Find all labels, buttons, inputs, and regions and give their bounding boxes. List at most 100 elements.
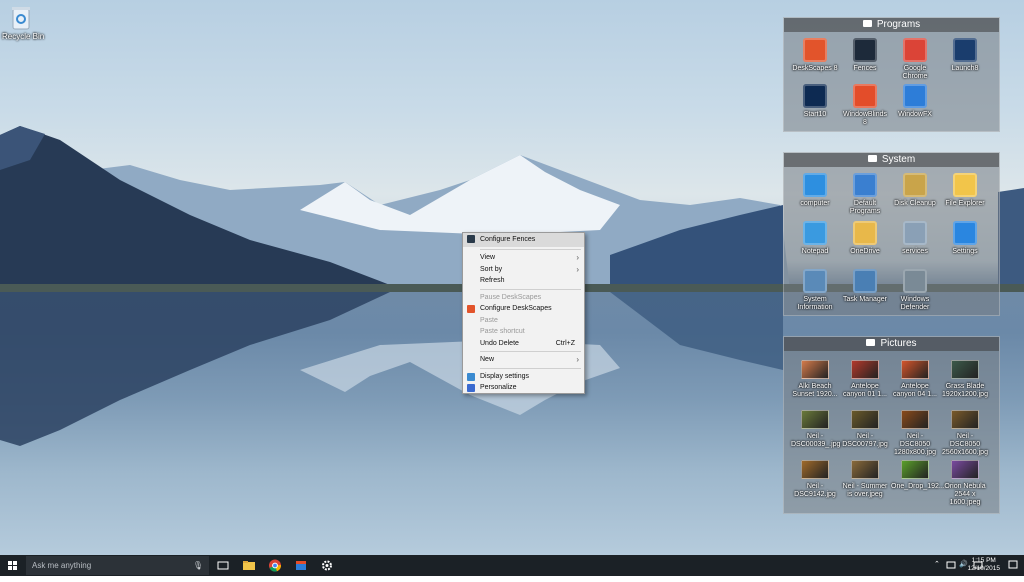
fence-system[interactable]: System computer Default Programs Disk Clea…: [783, 152, 1000, 316]
menu-item-display-settings[interactable]: Display settings: [463, 371, 584, 383]
fence-item[interactable]: Orion Nebula 2544 x 1600.jpeg: [941, 455, 989, 506]
fence-pictures-title[interactable]: Pictures: [784, 337, 999, 351]
network-icon[interactable]: [946, 561, 956, 582]
fence-item[interactable]: Start10: [791, 82, 839, 128]
fence-item[interactable]: Fences: [841, 36, 889, 82]
fence-pictures-grid: Alki Beach Sunset 1920... Antelope canyon…: [784, 351, 999, 506]
fence-item[interactable]: Grass Blade 1920x1200.jpg: [941, 355, 989, 405]
picture-thumbnail: [951, 460, 979, 479]
clock-time: 1:15 PM: [971, 557, 996, 564]
fence-item[interactable]: Notepad: [791, 219, 839, 267]
fence-item-label: Neil - DSC8050 2560x1600.jpg: [942, 433, 988, 456]
windowblinds-icon: [853, 84, 877, 108]
recycle-bin[interactable]: Recycle Bin: [2, 6, 45, 41]
fence-item[interactable]: Neil - DSC00039_.jpg: [791, 405, 840, 455]
picture-thumbnail: [801, 410, 829, 429]
fence-item-label: Google Chrome: [902, 65, 928, 80]
settings-icon: [953, 221, 977, 245]
menu-item-label: Paste shortcut: [480, 328, 525, 335]
microphone-icon[interactable]: 🎙: [193, 556, 203, 575]
fence-item-label: Task Manager: [843, 296, 887, 303]
windowblinds-button[interactable]: [292, 557, 310, 574]
menu-separator: [480, 288, 581, 290]
picture-thumbnail: [901, 410, 929, 429]
fence-item-label: Antelope canyon 01 1...: [843, 383, 887, 398]
picture-thumbnail: [851, 460, 879, 479]
settings-button[interactable]: [318, 557, 336, 574]
menu-item-label: New: [480, 356, 495, 363]
search-box[interactable]: Ask me anything 🎙: [26, 556, 209, 575]
fence-item[interactable]: Neil - DSC8050 1280x800.jpg: [891, 405, 939, 456]
fence-item[interactable]: Neil - DSC9142.jpg: [791, 455, 839, 505]
windowfx-icon: [903, 84, 927, 108]
fence-item-label: Orion Nebula 2544 x 1600.jpeg: [944, 483, 986, 506]
menu-item-sort-by[interactable]: Sort by ›: [463, 264, 584, 276]
fence-item[interactable]: computer: [791, 171, 839, 219]
fence-programs[interactable]: Programs DeskScapes 8 Fences Google Chrome…: [783, 17, 1000, 132]
fence-item-label: WindowBlinds 8: [843, 111, 887, 126]
fence-item[interactable]: Alki Beach Sunset 1920...: [791, 355, 839, 405]
fence-programs-title[interactable]: Programs: [784, 18, 999, 32]
fence-item[interactable]: One_Drop_192...: [891, 455, 945, 505]
menu-item-label: Configure DeskScapes: [480, 305, 552, 312]
fence-system-title[interactable]: System: [784, 153, 999, 167]
start-button[interactable]: [0, 555, 26, 576]
picture-thumbnail: [801, 460, 829, 479]
fence-item-label: Neil - Summer is over.jpeg: [842, 483, 888, 498]
menu-separator: [480, 367, 581, 369]
fence-item-label: Launch8: [951, 65, 979, 72]
menu-item-undo-delete[interactable]: Undo Delete Ctrl+Z: [463, 338, 584, 350]
fence-item[interactable]: File Explorer: [941, 171, 989, 219]
fence-item[interactable]: Disk Cleanup: [891, 171, 939, 219]
menu-item-label: Configure Fences: [480, 236, 536, 243]
deskscapes-icon: [803, 38, 827, 62]
menu-item-paste: Paste: [463, 315, 584, 327]
volume-icon[interactable]: 🔊: [959, 560, 968, 581]
task-view-button[interactable]: [214, 557, 232, 574]
fence-item[interactable]: Neil - DSC00797.jpg: [841, 405, 889, 455]
disk-cleanup-icon: [903, 173, 927, 197]
file-explorer-button[interactable]: [240, 557, 258, 574]
fence-item[interactable]: Antelope canyon 04 1...: [891, 355, 939, 405]
fence-item[interactable]: WindowFX: [891, 82, 939, 128]
fence-item[interactable]: Settings: [941, 219, 989, 267]
onedrive-icon: [853, 221, 877, 245]
menu-item-new[interactable]: New ›: [463, 354, 584, 366]
menu-item-configure-fences[interactable]: Configure Fences: [463, 233, 584, 247]
folder-icon: [867, 155, 877, 162]
fence-item-label: Neil - DSC9142.jpg: [794, 483, 836, 498]
taskbar-clock[interactable]: 1:15 PM 12/10/2015: [967, 557, 1000, 573]
fence-item[interactable]: DeskScapes 8: [791, 36, 839, 82]
fence-item[interactable]: System Information: [791, 267, 839, 315]
fence-item[interactable]: Default Programs: [841, 171, 889, 219]
menu-item-label: Paste: [480, 316, 498, 324]
menu-item-personalize[interactable]: Personalize: [463, 382, 584, 394]
fence-item[interactable]: Launch8: [941, 36, 989, 82]
menu-item-view[interactable]: View ›: [463, 252, 584, 264]
chrome-icon: [903, 38, 927, 62]
show-hidden-icons[interactable]: ⌃: [934, 560, 940, 581]
fence-item[interactable]: Windows Defender: [891, 267, 939, 315]
fence-item[interactable]: Neil - DSC8050 2560x1600.jpg: [941, 405, 989, 456]
menu-item-label: Pause DeskScapes: [480, 293, 542, 301]
fence-item[interactable]: OneDrive: [841, 219, 889, 267]
fence-item[interactable]: WindowBlinds 8: [841, 82, 889, 128]
settings-icon: [322, 560, 332, 571]
fence-pictures[interactable]: Pictures Alki Beach Sunset 1920... Antelo…: [783, 336, 1000, 514]
deskscapes-icon: [467, 305, 475, 313]
fence-programs-grid: DeskScapes 8 Fences Google Chrome Launch8 St…: [784, 32, 999, 128]
menu-item-refresh[interactable]: Refresh: [463, 275, 584, 287]
fence-item[interactable]: Neil - Summer is over.jpeg: [841, 455, 889, 505]
recycle-bin-label: Recycle Bin: [2, 32, 45, 41]
fences-icon: [467, 235, 475, 243]
fence-item[interactable]: Task Manager: [841, 267, 889, 315]
chrome-button[interactable]: [266, 557, 284, 574]
fence-item[interactable]: Google Chrome: [891, 36, 939, 82]
menu-item-shortcut: Ctrl+Z: [555, 339, 575, 347]
fence-item[interactable]: services: [891, 219, 939, 267]
chevron-right-icon: ›: [576, 355, 579, 364]
file-explorer-icon: [243, 561, 255, 570]
fence-item[interactable]: Antelope canyon 01 1...: [841, 355, 889, 405]
menu-item-configure-deskscapes[interactable]: Configure DeskScapes: [463, 303, 584, 315]
action-center-icon[interactable]: [1008, 560, 1018, 581]
